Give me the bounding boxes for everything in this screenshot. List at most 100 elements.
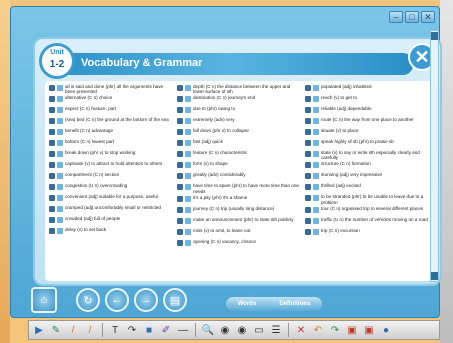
audio-definition-icon[interactable] bbox=[313, 162, 319, 169]
whiteboard-icon[interactable]: ▭ bbox=[252, 323, 266, 337]
scroll-up-arrow[interactable] bbox=[431, 32, 438, 40]
audio-definition-icon[interactable] bbox=[57, 173, 63, 180]
audio-definition-icon[interactable] bbox=[313, 228, 319, 235]
print-button[interactable]: ▤ bbox=[163, 288, 187, 312]
audio-word-icon[interactable] bbox=[305, 162, 311, 169]
audio-definition-icon[interactable] bbox=[313, 151, 319, 157]
audio-definition-icon[interactable] bbox=[313, 85, 319, 91]
audio-definition-icon[interactable] bbox=[185, 107, 191, 114]
pointer-tool-icon[interactable]: ▶ bbox=[32, 323, 46, 337]
audio-word-icon[interactable] bbox=[49, 118, 55, 125]
audio-definition-icon[interactable] bbox=[57, 228, 63, 235]
scrollbar[interactable] bbox=[430, 30, 439, 282]
audio-definition-icon[interactable] bbox=[185, 217, 191, 224]
audio-word-icon[interactable] bbox=[305, 96, 311, 102]
audio-definition-icon[interactable] bbox=[185, 206, 191, 213]
audio-word-icon[interactable] bbox=[177, 173, 183, 180]
tab-words[interactable]: Words bbox=[238, 301, 257, 307]
audio-word-icon[interactable] bbox=[49, 217, 55, 224]
audio-word-icon[interactable] bbox=[49, 107, 55, 114]
home-button[interactable]: ⌂ bbox=[31, 287, 57, 313]
audio-definition-icon[interactable] bbox=[185, 162, 191, 169]
audio-word-icon[interactable] bbox=[49, 85, 55, 91]
reveal-icon[interactable]: ◉ bbox=[235, 323, 249, 337]
audio-definition-icon[interactable] bbox=[185, 228, 191, 235]
line-width-icon[interactable]: — bbox=[176, 323, 190, 337]
audio-word-icon[interactable] bbox=[305, 206, 311, 213]
close-window-button[interactable]: ✕ bbox=[421, 11, 435, 23]
audio-word-icon[interactable] bbox=[49, 140, 55, 147]
undo-icon[interactable]: ↶ bbox=[311, 323, 325, 337]
audio-word-icon[interactable] bbox=[177, 239, 183, 246]
scroll-down-arrow[interactable] bbox=[431, 272, 438, 280]
audio-definition-icon[interactable] bbox=[313, 129, 319, 135]
audio-definition-icon[interactable] bbox=[57, 118, 63, 125]
audio-definition-icon[interactable] bbox=[57, 184, 63, 191]
audio-word-icon[interactable] bbox=[305, 129, 311, 135]
audio-definition-icon[interactable] bbox=[313, 195, 319, 202]
notes-icon[interactable]: ☰ bbox=[269, 323, 283, 337]
audio-definition-icon[interactable] bbox=[313, 217, 319, 224]
audio-definition-icon[interactable] bbox=[313, 140, 319, 146]
audio-definition-icon[interactable] bbox=[313, 173, 319, 180]
save-as-icon[interactable]: ▣ bbox=[362, 323, 376, 337]
audio-word-icon[interactable] bbox=[305, 228, 311, 235]
audio-definition-icon[interactable] bbox=[185, 173, 191, 180]
refresh-button[interactable]: ↻ bbox=[76, 288, 100, 312]
audio-word-icon[interactable] bbox=[177, 118, 183, 125]
tab-definitions[interactable]: Definitions bbox=[279, 301, 310, 307]
audio-definition-icon[interactable] bbox=[313, 118, 319, 124]
line-tool-icon[interactable]: / bbox=[66, 323, 80, 337]
audio-word-icon[interactable] bbox=[305, 151, 311, 157]
audio-word-icon[interactable] bbox=[49, 151, 55, 158]
forward-button[interactable]: → bbox=[134, 288, 158, 312]
audio-word-icon[interactable] bbox=[177, 162, 183, 169]
audio-definition-icon[interactable] bbox=[57, 151, 63, 158]
spotlight-icon[interactable]: ◉ bbox=[218, 323, 232, 337]
audio-definition-icon[interactable] bbox=[57, 162, 63, 169]
audio-word-icon[interactable] bbox=[305, 217, 311, 224]
audio-word-icon[interactable] bbox=[177, 195, 183, 202]
audio-word-icon[interactable] bbox=[177, 129, 183, 136]
audio-definition-icon[interactable] bbox=[57, 107, 63, 114]
audio-definition-icon[interactable] bbox=[185, 118, 191, 125]
audio-definition-icon[interactable] bbox=[185, 140, 191, 147]
audio-word-icon[interactable] bbox=[305, 195, 311, 202]
audio-definition-icon[interactable] bbox=[185, 129, 191, 136]
audio-definition-icon[interactable] bbox=[57, 96, 63, 103]
audio-definition-icon[interactable] bbox=[313, 107, 319, 113]
clear-icon[interactable]: ✕ bbox=[294, 323, 308, 337]
redo-stroke-icon[interactable]: ↷ bbox=[125, 323, 139, 337]
audio-definition-icon[interactable] bbox=[57, 195, 63, 202]
back-button[interactable]: ← bbox=[105, 288, 129, 312]
audio-definition-icon[interactable] bbox=[57, 85, 63, 91]
audio-word-icon[interactable] bbox=[177, 228, 183, 235]
save-icon[interactable]: ▣ bbox=[345, 323, 359, 337]
redo-icon[interactable]: ↷ bbox=[328, 323, 342, 337]
audio-definition-icon[interactable] bbox=[57, 206, 63, 213]
audio-word-icon[interactable] bbox=[177, 85, 183, 91]
audio-word-icon[interactable] bbox=[49, 184, 55, 191]
audio-definition-icon[interactable] bbox=[57, 129, 63, 136]
audio-word-icon[interactable] bbox=[305, 184, 311, 191]
audio-word-icon[interactable] bbox=[49, 173, 55, 180]
audio-word-icon[interactable] bbox=[177, 206, 183, 213]
audio-word-icon[interactable] bbox=[49, 206, 55, 213]
marker-tool-icon[interactable]: / bbox=[83, 323, 97, 337]
audio-definition-icon[interactable] bbox=[185, 184, 191, 191]
zoom-icon[interactable]: 🔍 bbox=[201, 323, 215, 337]
audio-word-icon[interactable] bbox=[49, 228, 55, 235]
maximize-button[interactable]: □ bbox=[405, 11, 419, 23]
audio-definition-icon[interactable] bbox=[57, 140, 63, 147]
text-tool-icon[interactable]: T bbox=[108, 323, 122, 337]
audio-word-icon[interactable] bbox=[177, 107, 183, 114]
audio-word-icon[interactable] bbox=[49, 195, 55, 202]
audio-definition-icon[interactable] bbox=[185, 195, 191, 202]
audio-word-icon[interactable] bbox=[49, 162, 55, 169]
pen-tool-icon[interactable]: ✎ bbox=[49, 323, 63, 337]
audio-definition-icon[interactable] bbox=[313, 184, 319, 191]
audio-definition-icon[interactable] bbox=[185, 239, 191, 246]
audio-definition-icon[interactable] bbox=[185, 151, 191, 158]
audio-word-icon[interactable] bbox=[305, 85, 311, 91]
minimize-button[interactable]: – bbox=[389, 11, 403, 23]
